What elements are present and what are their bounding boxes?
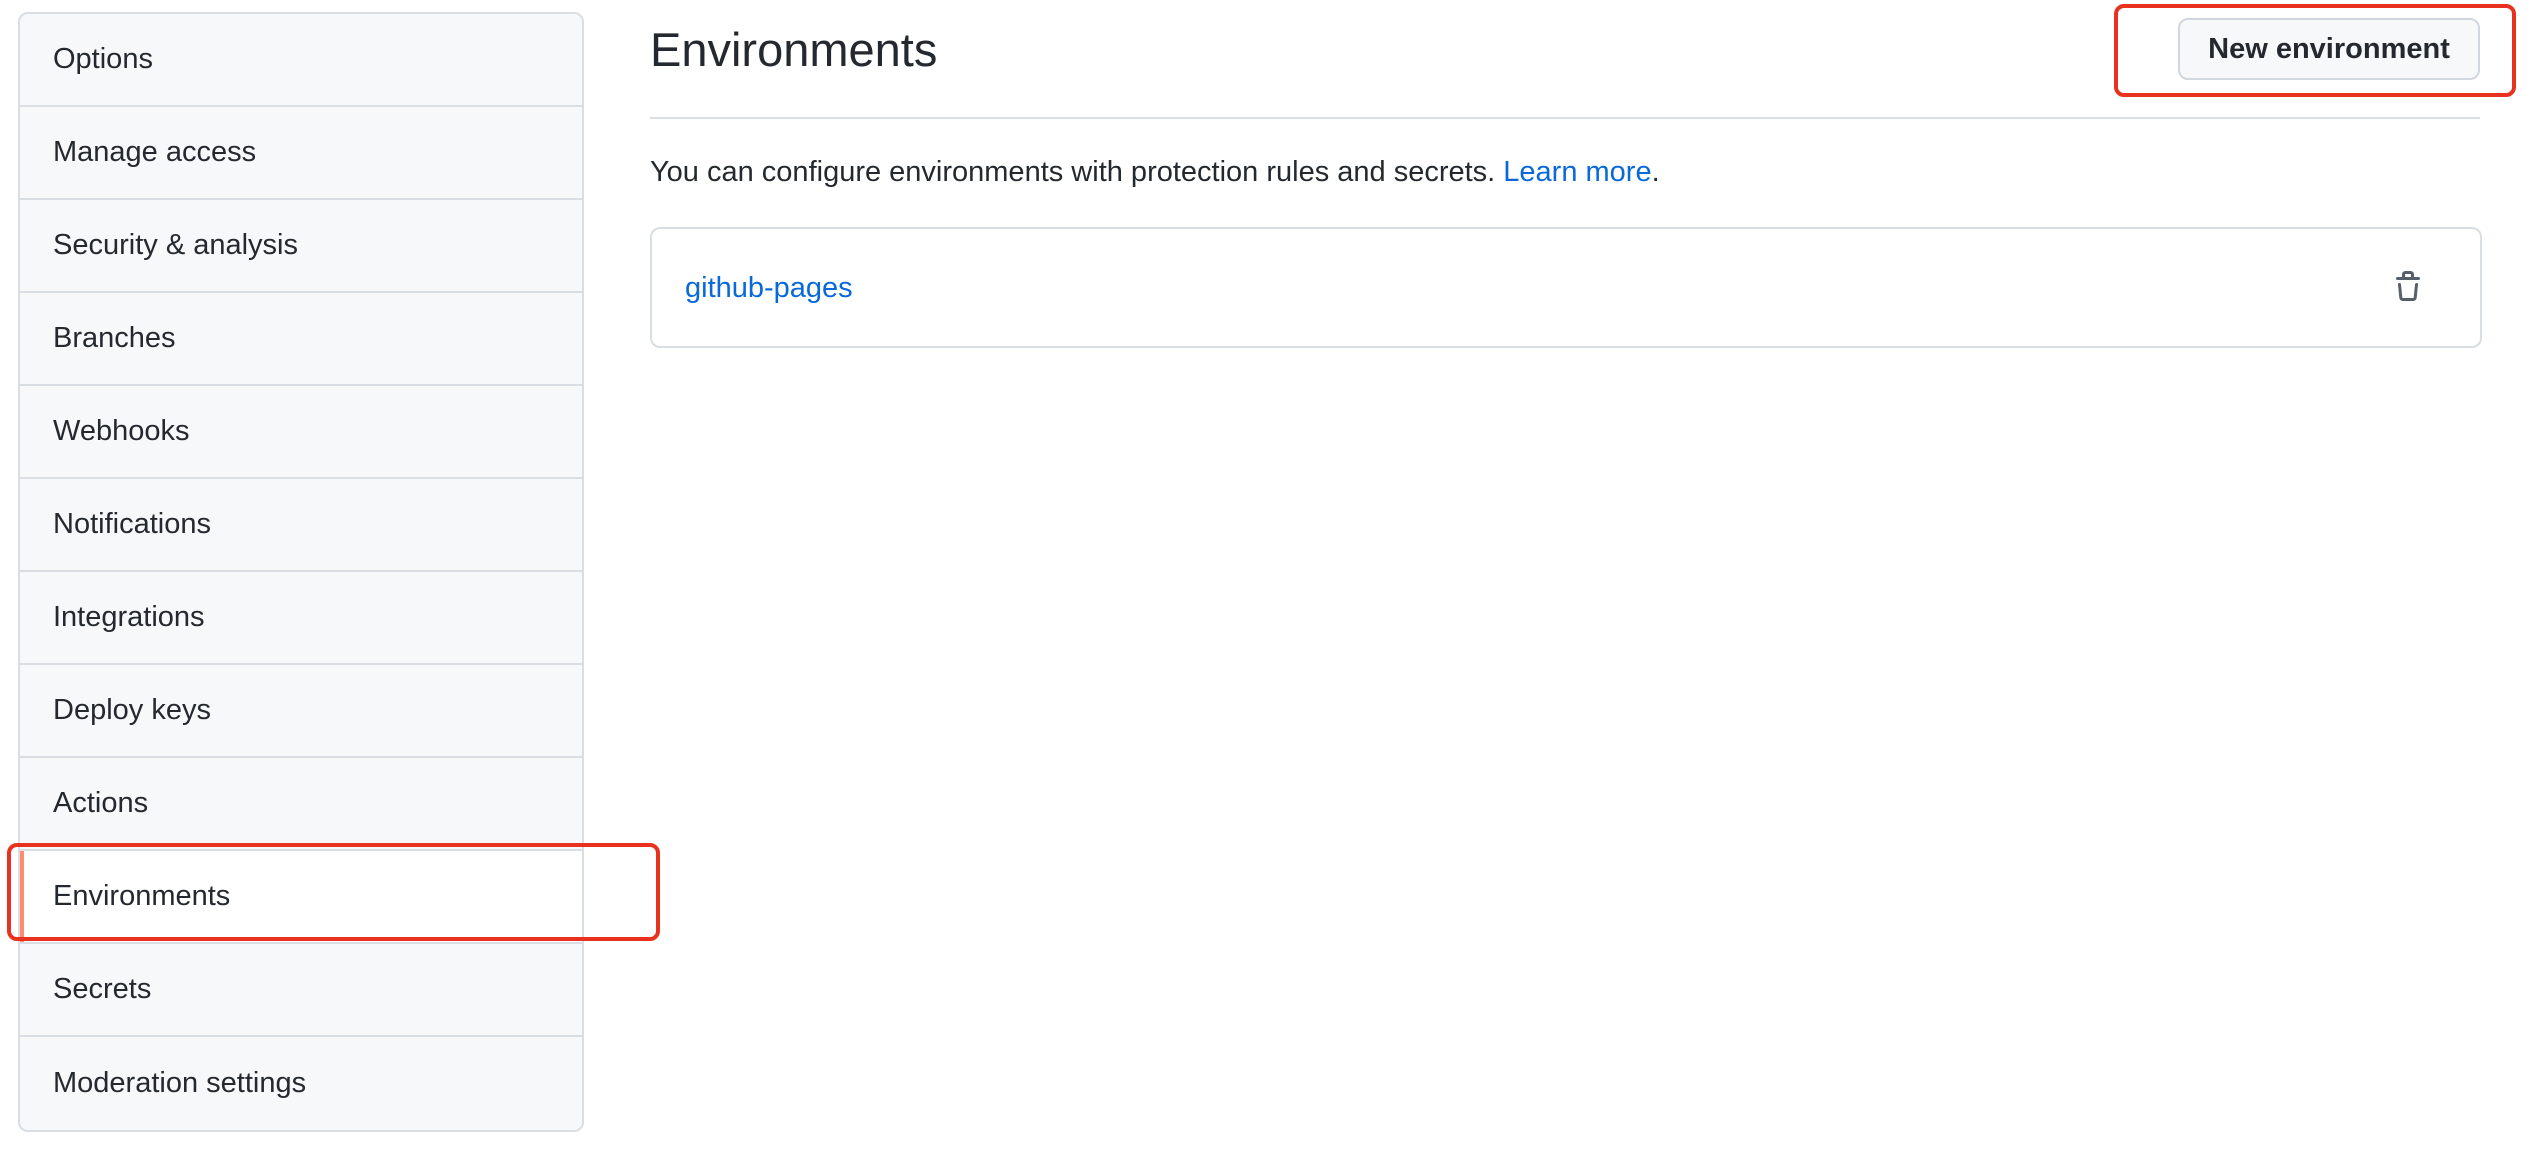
delete-environment-button[interactable] [2388, 267, 2428, 307]
sidebar-item-label: Actions [53, 787, 149, 819]
sidebar-item-actions[interactable]: Actions [20, 758, 582, 851]
sidebar-item-moderation-settings[interactable]: Moderation settings [20, 1037, 582, 1130]
description-text: You can configure environments with prot… [650, 156, 1504, 188]
sidebar-item-label: Secrets [53, 973, 152, 1005]
environments-description: You can configure environments with prot… [650, 156, 1660, 189]
settings-sidebar: Options Manage access Security & analysi… [18, 12, 584, 1132]
sidebar-item-security-analysis[interactable]: Security & analysis [20, 200, 582, 293]
sidebar-item-label: Integrations [53, 601, 205, 633]
new-environment-button[interactable]: New environment [2178, 18, 2480, 80]
description-suffix: . [1651, 156, 1660, 188]
sidebar-item-label: Branches [53, 322, 176, 354]
sidebar-item-integrations[interactable]: Integrations [20, 572, 582, 665]
sidebar-item-label: Webhooks [53, 415, 190, 447]
sidebar-item-label: Options [53, 43, 153, 75]
sidebar-item-label: Moderation settings [53, 1067, 307, 1099]
learn-more-link[interactable]: Learn more [1503, 156, 1651, 188]
sidebar-item-secrets[interactable]: Secrets [20, 944, 582, 1037]
page-title: Environments [650, 23, 938, 76]
sidebar-item-environments[interactable]: Environments [20, 851, 582, 944]
trash-icon [2396, 271, 2420, 301]
environment-link-github-pages[interactable]: github-pages [685, 272, 853, 305]
sidebar-item-options[interactable]: Options [20, 14, 582, 107]
sidebar-item-manage-access[interactable]: Manage access [20, 107, 582, 200]
sidebar-item-label: Deploy keys [53, 694, 211, 726]
sidebar-item-webhooks[interactable]: Webhooks [20, 386, 582, 479]
sidebar-item-label: Notifications [53, 508, 211, 540]
sidebar-item-label: Security & analysis [53, 229, 298, 261]
sidebar-item-deploy-keys[interactable]: Deploy keys [20, 665, 582, 758]
sidebar-item-label: Environments [53, 880, 231, 912]
sidebar-item-notifications[interactable]: Notifications [20, 479, 582, 572]
settings-page: Options Manage access Security & analysi… [0, 0, 2548, 1150]
sidebar-item-label: Manage access [53, 136, 257, 168]
sidebar-item-branches[interactable]: Branches [20, 293, 582, 386]
page-header: Environments New environment [650, 0, 2480, 119]
environment-list: github-pages [650, 227, 2482, 348]
